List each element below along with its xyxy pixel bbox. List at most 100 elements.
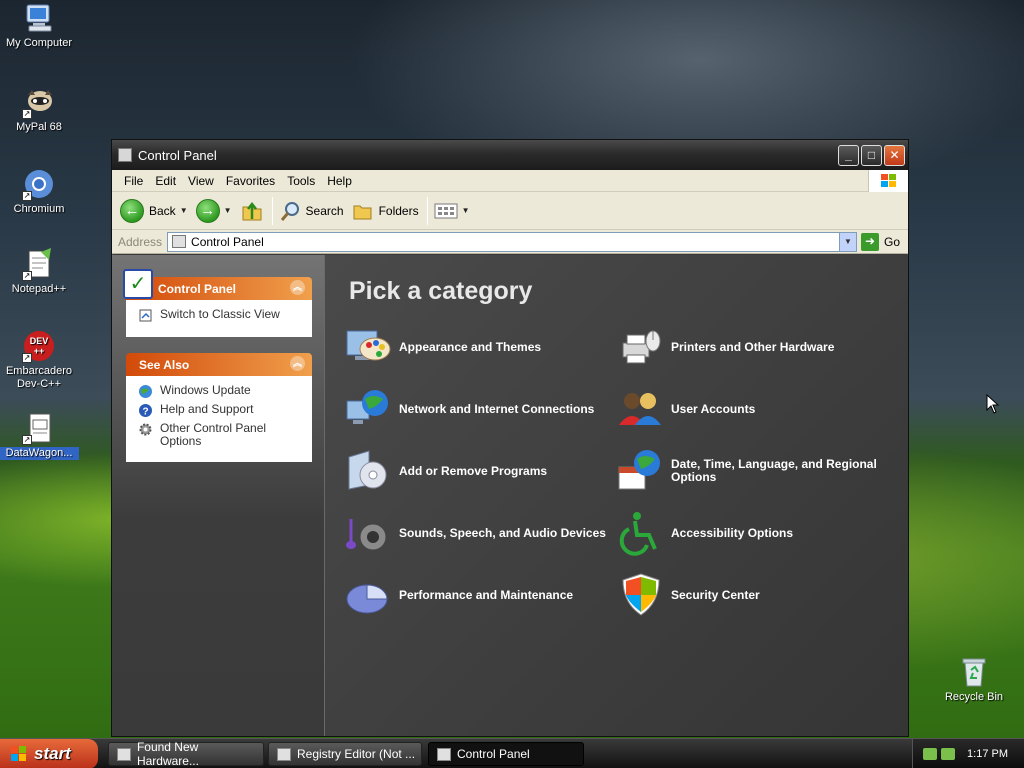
category-performance-maintenance[interactable]: Performance and Maintenance bbox=[345, 571, 609, 619]
forward-button[interactable]: → ▼ bbox=[195, 198, 232, 223]
desktop-icon-chromium[interactable]: ↗ Chromium bbox=[0, 168, 79, 216]
task-label: Registry Editor (Not ... bbox=[297, 747, 416, 761]
menu-help[interactable]: Help bbox=[321, 174, 358, 188]
category-date-time-language[interactable]: Date, Time, Language, and Regional Optio… bbox=[617, 447, 881, 495]
minimize-button[interactable]: _ bbox=[838, 144, 859, 166]
category-label: Printers and Other Hardware bbox=[671, 339, 835, 354]
back-arrow-icon: ← bbox=[120, 198, 144, 223]
windows-logo-icon bbox=[868, 170, 908, 192]
computer-icon bbox=[23, 2, 55, 34]
control-panel-panel-header[interactable]: ✓ Control Panel ︽ bbox=[123, 269, 312, 300]
gear-icon bbox=[139, 423, 152, 436]
taskbar-button-found-new-hardware[interactable]: Found New Hardware... bbox=[108, 740, 264, 768]
recycle-bin-icon bbox=[958, 656, 990, 688]
address-label: Address bbox=[118, 234, 163, 249]
desktop-icon-label: Chromium bbox=[13, 203, 65, 215]
svg-text:DEV: DEV bbox=[30, 336, 49, 346]
see-also-panel-header[interactable]: See Also ︽ bbox=[126, 353, 312, 376]
folders-button[interactable]: Folders bbox=[352, 201, 419, 221]
category-add-remove-programs[interactable]: Add or Remove Programs bbox=[345, 447, 609, 495]
forward-arrow-icon: → bbox=[195, 198, 220, 223]
title-bar[interactable]: Control Panel _ □ ✕ bbox=[112, 140, 908, 170]
views-button[interactable]: ▼ bbox=[434, 202, 470, 220]
category-appearance-themes[interactable]: Appearance and Themes bbox=[345, 323, 609, 371]
search-label: Search bbox=[305, 203, 344, 218]
windows-logo-icon bbox=[11, 746, 26, 761]
category-printers-hardware[interactable]: Printers and Other Hardware bbox=[617, 323, 881, 371]
chromium-icon: ↗ bbox=[22, 168, 55, 201]
folders-icon bbox=[353, 205, 372, 219]
collapse-chevron-icon[interactable]: ︽ bbox=[290, 356, 305, 371]
taskbar-button-registry-editor[interactable]: Registry Editor (Not ... bbox=[268, 742, 422, 766]
desktop-icon-my-computer[interactable]: My Computer bbox=[0, 2, 79, 50]
panel-title: See Also bbox=[139, 357, 190, 372]
notepadpp-icon: ↗ bbox=[22, 248, 55, 281]
shortcut-arrow-icon: ↗ bbox=[22, 353, 32, 363]
menu-tools[interactable]: Tools bbox=[281, 174, 321, 188]
toolbar-separator bbox=[271, 196, 273, 225]
safely-remove-hardware-icon[interactable] bbox=[941, 748, 956, 760]
category-user-accounts[interactable]: User Accounts bbox=[617, 385, 881, 433]
up-folder-button[interactable] bbox=[240, 199, 264, 223]
collapse-chevron-icon[interactable]: ︽ bbox=[290, 280, 305, 295]
chevron-down-icon[interactable]: ▼ bbox=[224, 206, 232, 215]
accessibility-icon bbox=[619, 512, 657, 556]
menu-file[interactable]: File bbox=[118, 174, 149, 188]
chevron-down-icon[interactable]: ▼ bbox=[180, 206, 188, 215]
registry-icon bbox=[277, 747, 291, 761]
menu-favorites[interactable]: Favorites bbox=[220, 174, 281, 188]
clock[interactable]: 1:17 PM bbox=[967, 748, 1008, 760]
network-tray-icon[interactable] bbox=[923, 748, 938, 760]
address-bar: Address Control Panel ▼ ➜ Go bbox=[112, 230, 908, 254]
desktop-icon-notepadpp[interactable]: ↗ Notepad++ bbox=[0, 248, 79, 296]
category-security-center[interactable]: Security Center bbox=[617, 571, 881, 619]
category-label: Accessibility Options bbox=[671, 525, 794, 540]
category-sounds-speech-audio[interactable]: Sounds, Speech, and Audio Devices bbox=[345, 509, 609, 557]
shortcut-arrow-icon: ↗ bbox=[22, 435, 32, 445]
switch-view-icon bbox=[139, 309, 152, 322]
folders-label: Folders bbox=[378, 203, 419, 218]
windows-update-link[interactable]: Windows Update bbox=[138, 384, 302, 399]
desktop-icon-datawagon[interactable]: ↗ DataWagon... bbox=[0, 412, 79, 460]
control-panel-icon bbox=[437, 747, 451, 761]
desktop-icon-recycle-bin[interactable]: Recycle Bin bbox=[934, 656, 1014, 704]
task-label: Control Panel bbox=[457, 747, 530, 761]
shortcut-arrow-icon: ↗ bbox=[22, 191, 32, 201]
category-accessibility-options[interactable]: Accessibility Options bbox=[617, 509, 881, 557]
category-network-internet[interactable]: Network and Internet Connections bbox=[345, 385, 609, 433]
category-label: Appearance and Themes bbox=[399, 339, 542, 354]
control-panel-check-icon: ✓ bbox=[123, 269, 153, 299]
views-icon bbox=[434, 203, 458, 218]
users-icon bbox=[619, 393, 661, 425]
chevron-down-icon[interactable]: ▼ bbox=[462, 206, 470, 215]
shortcut-arrow-icon: ↗ bbox=[22, 109, 32, 119]
category-label: User Accounts bbox=[671, 401, 756, 416]
menu-view[interactable]: View bbox=[182, 174, 220, 188]
desktop-icon-mypal[interactable]: ↗ MyPal 68 bbox=[0, 86, 79, 134]
other-control-panel-options-link[interactable]: Other Control Panel Options bbox=[138, 422, 302, 448]
address-dropdown-chevron-icon[interactable]: ▼ bbox=[838, 232, 856, 251]
system-tray: 1:17 PM bbox=[912, 739, 1024, 768]
switch-classic-view-link[interactable]: Switch to Classic View bbox=[138, 308, 302, 323]
window-icon bbox=[117, 747, 131, 761]
desktop-icon-label: Notepad++ bbox=[11, 283, 67, 295]
panel-body: Windows Update ? Help and Support Other … bbox=[126, 376, 312, 462]
desktop-icon-devcpp[interactable]: DEV ++ ↗ Embarcadero Dev-C++ bbox=[0, 330, 79, 391]
address-value: Control Panel bbox=[191, 234, 264, 249]
menu-edit[interactable]: Edit bbox=[149, 174, 182, 188]
go-button[interactable]: ➜ Go bbox=[860, 232, 900, 251]
back-button[interactable]: ← Back ▼ bbox=[120, 198, 188, 223]
maximize-button[interactable]: □ bbox=[861, 144, 882, 166]
help-and-support-link[interactable]: ? Help and Support bbox=[138, 403, 302, 418]
shield-icon bbox=[622, 573, 660, 616]
search-button[interactable]: Search bbox=[279, 200, 344, 222]
panel-body: Switch to Classic View bbox=[126, 300, 312, 337]
address-input[interactable]: Control Panel ▼ bbox=[167, 231, 857, 252]
toolbar-separator bbox=[426, 196, 428, 225]
close-button[interactable]: ✕ bbox=[884, 144, 905, 166]
control-panel-icon bbox=[118, 148, 132, 162]
start-button[interactable]: start bbox=[0, 739, 98, 768]
category-label: Add or Remove Programs bbox=[399, 463, 548, 478]
taskbar-button-control-panel[interactable]: Control Panel bbox=[428, 742, 584, 766]
menu-bar: File Edit View Favorites Tools Help bbox=[112, 170, 908, 192]
